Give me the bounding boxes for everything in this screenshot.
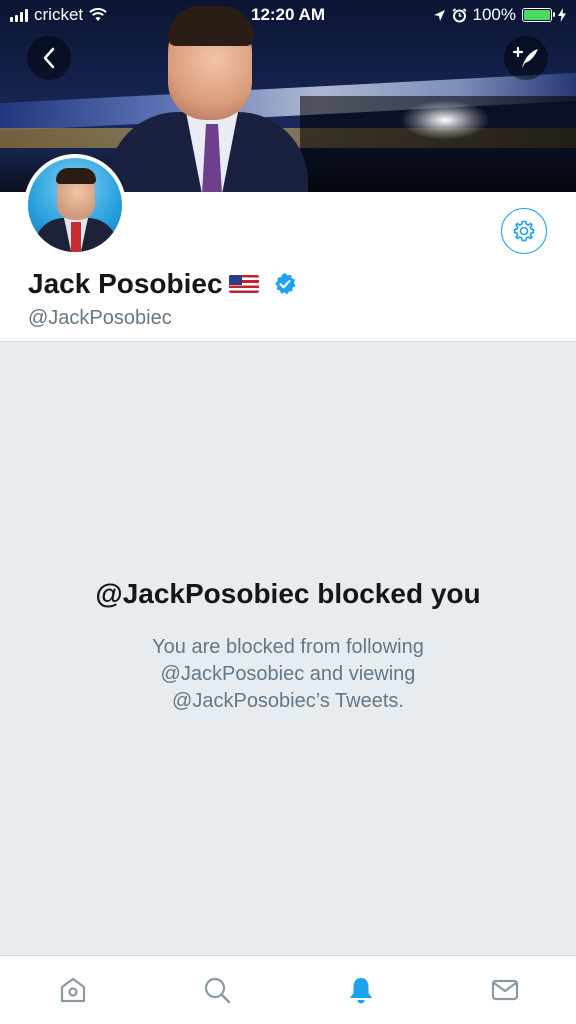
profile-handle: @JackPosobiec — [28, 307, 172, 329]
blocked-line-2: @JackPosobiec and viewing — [160, 663, 416, 685]
battery-percent: 100% — [472, 5, 516, 24]
tab-search[interactable] — [199, 972, 235, 1008]
blocked-description: You are blocked from following @JackPoso… — [90, 634, 486, 715]
status-bar: cricket 12:20 AM 100% — [0, 0, 576, 32]
back-button[interactable] — [27, 36, 71, 80]
home-icon — [60, 977, 86, 1003]
profile-name: Jack Posobiec — [28, 268, 223, 299]
compose-tweet-icon — [512, 46, 538, 68]
avatar[interactable] — [24, 154, 126, 256]
charging-icon — [558, 8, 566, 22]
banner-spotlight — [400, 100, 490, 140]
profile-name-row: Jack Posobiec — [28, 268, 297, 300]
gear-icon — [513, 220, 535, 242]
bell-icon — [350, 978, 372, 1004]
tab-notifications[interactable] — [343, 972, 379, 1008]
tab-bar — [0, 955, 576, 1024]
location-icon — [433, 9, 445, 21]
envelope-icon — [491, 979, 519, 1001]
battery-icon — [522, 8, 555, 22]
blocked-line-1: You are blocked from following — [152, 636, 424, 658]
verified-badge-icon — [274, 273, 296, 295]
tab-messages[interactable] — [487, 972, 523, 1008]
search-icon — [204, 977, 231, 1004]
blocked-line-3: @JackPosobiec’s Tweets. — [172, 690, 404, 712]
blocked-title: @JackPosobiec blocked you — [95, 578, 481, 609]
compose-tweet-button[interactable] — [504, 36, 548, 80]
us-flag-icon — [228, 275, 259, 293]
back-arrow-icon — [43, 47, 55, 69]
settings-button[interactable] — [501, 208, 547, 254]
alarm-icon — [451, 7, 467, 22]
tab-home[interactable] — [55, 972, 91, 1008]
